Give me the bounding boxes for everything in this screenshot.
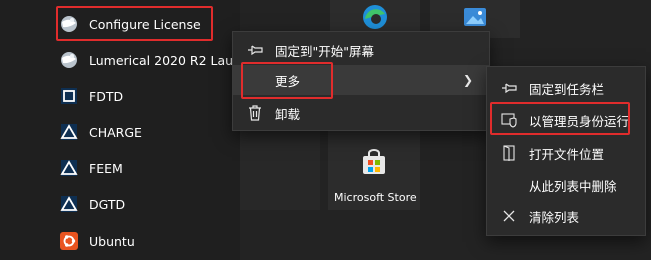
list-item-lumerical-launcher[interactable]: Lumerical 2020 R2 Laun — [58, 46, 241, 74]
context-menu: 固定到"开始"屏幕 更多 ❯ 卸载 — [232, 31, 490, 131]
menu-item-more[interactable]: 更多 ❯ — [233, 65, 489, 95]
store-bag-icon — [363, 149, 385, 174]
submenu-item-label: 打开文件位置 — [529, 146, 605, 162]
list-item-label: Ubuntu — [89, 233, 135, 249]
submenu-item-open-location[interactable]: 打开文件位置 — [487, 138, 645, 168]
menu-item-pin-start[interactable]: 固定到"开始"屏幕 — [233, 35, 489, 65]
submenu-item-run-as-admin[interactable]: 以管理员身份运行 — [487, 105, 645, 135]
folder-open-icon — [501, 145, 517, 161]
list-item-label: Lumerical 2020 R2 Laun — [89, 52, 241, 68]
menu-item-uninstall[interactable]: 卸载 — [233, 98, 489, 128]
list-item-label: CHARGE — [89, 124, 142, 140]
menu-item-label: 卸载 — [275, 106, 301, 122]
lumerical-globe-icon — [58, 13, 80, 35]
submenu-item-clear-list[interactable]: 清除列表 — [487, 201, 645, 231]
submenu: 固定到任务栏 以管理员身份运行 打开文件位置 从此列表中删除 清除列表 — [486, 66, 646, 236]
list-item-dgtd[interactable]: DGTD — [58, 190, 125, 218]
ubuntu-icon — [58, 230, 80, 252]
menu-item-label: 固定到"开始"屏幕 — [275, 43, 374, 59]
list-item-charge[interactable]: CHARGE — [58, 118, 142, 146]
submenu-item-label: 从此列表中删除 — [529, 178, 617, 194]
list-item-fdtd[interactable]: FDTD — [58, 82, 123, 110]
feem-triangle-icon — [58, 157, 80, 179]
submenu-item-label: 清除列表 — [529, 209, 580, 225]
pin-icon — [501, 80, 517, 96]
trash-icon — [247, 105, 263, 121]
lumerical-globe-icon — [58, 49, 80, 71]
close-icon — [501, 208, 517, 224]
submenu-item-remove-from-list[interactable]: 从此列表中删除 — [487, 170, 645, 200]
tile-dark[interactable] — [240, 125, 320, 210]
submenu-item-pin-taskbar[interactable]: 固定到任务栏 — [487, 73, 645, 103]
list-item-ubuntu[interactable]: Ubuntu — [58, 227, 135, 255]
edge-icon — [363, 5, 387, 29]
list-item-label: Configure License — [89, 16, 201, 32]
microsoft-store-label: Microsoft Store — [334, 191, 417, 204]
submenu-item-label: 固定到任务栏 — [529, 81, 605, 97]
list-item-configure-license[interactable]: Configure License — [58, 10, 201, 38]
fdtd-icon — [58, 85, 80, 107]
chevron-right-icon: ❯ — [462, 73, 473, 87]
charge-triangle-icon — [58, 121, 80, 143]
list-item-feem[interactable]: FEEM — [58, 154, 123, 182]
dgtd-triangle-icon — [58, 193, 80, 215]
microsoft-store-tile[interactable]: Microsoft Store — [328, 125, 420, 210]
photos-icon — [464, 8, 486, 26]
admin-shield-icon — [501, 112, 517, 128]
list-item-label: FEEM — [89, 160, 123, 176]
list-item-label: FDTD — [89, 88, 124, 104]
pin-icon — [247, 42, 263, 58]
menu-item-label: 更多 — [275, 73, 301, 89]
submenu-item-label: 以管理员身份运行 — [529, 113, 630, 129]
list-item-label: DGTD — [89, 196, 126, 212]
